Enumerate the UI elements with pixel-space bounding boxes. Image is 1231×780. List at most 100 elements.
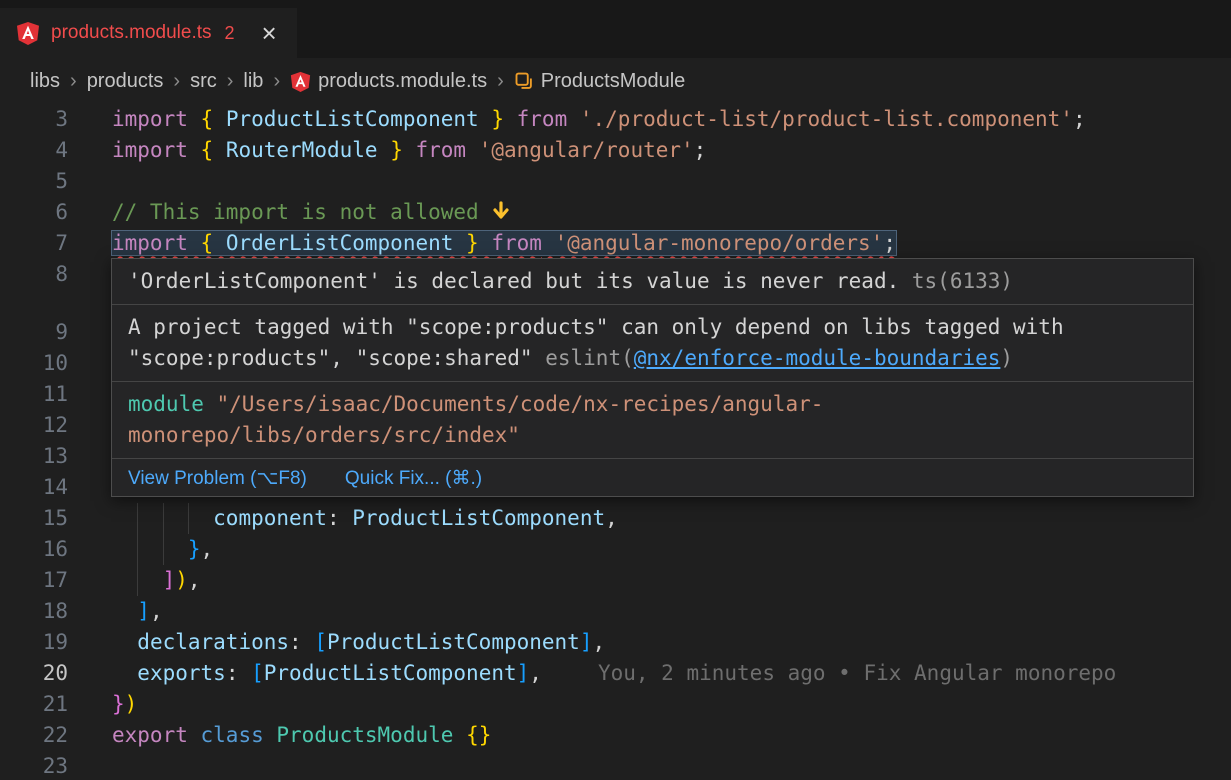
token: [: [251, 661, 264, 685]
line-number[interactable]: 10: [0, 348, 68, 379]
token: [466, 138, 479, 162]
view-problem-button[interactable]: View Problem (⌥F8): [128, 463, 307, 494]
module-keyword: module: [128, 392, 204, 416]
token: [504, 107, 517, 131]
token: }: [491, 107, 504, 131]
line-number[interactable]: 20: [0, 658, 68, 689]
code-line[interactable]: 21}): [0, 689, 1231, 720]
breadcrumb: libs › products › src › lib › products.m…: [0, 58, 1231, 104]
code-line[interactable]: 16 },: [0, 534, 1231, 565]
error-statement[interactable]: import { OrderListComponent } from '@ang…: [112, 231, 896, 255]
breadcrumb-item-src[interactable]: src: [190, 70, 217, 93]
token: ,: [201, 537, 214, 561]
eslint-rule-link[interactable]: @nx/enforce-module-boundaries: [634, 346, 1001, 370]
line-number[interactable]: 13: [0, 441, 68, 472]
code-line[interactable]: 7 import { OrderListComponent } from '@an…: [0, 228, 1231, 259]
token: :: [226, 661, 251, 685]
line-number[interactable]: 16: [0, 534, 68, 565]
breadcrumb-item-libs[interactable]: libs: [30, 70, 60, 93]
code-line[interactable]: 17 ]),: [0, 565, 1231, 596]
line-number[interactable]: 7: [0, 228, 68, 259]
code-line[interactable]: 15 component: ProductListComponent,: [0, 503, 1231, 534]
token: from: [416, 138, 467, 162]
code-line[interactable]: 5: [0, 166, 1231, 197]
code-line[interactable]: 18 ],: [0, 596, 1231, 627]
line-number[interactable]: 12: [0, 410, 68, 441]
code-line[interactable]: 22 export class ProductsModule {}: [0, 720, 1231, 751]
token: [188, 107, 201, 131]
code-editor: 3 import { ProductListComponent } from '.…: [0, 104, 1231, 780]
token: './product-list/product-list.component': [580, 107, 1073, 131]
tab-bar: products.module.ts 2 ×: [0, 0, 1231, 58]
code-content: component: ProductListComponent,: [112, 503, 1231, 534]
line-number[interactable]: 4: [0, 135, 68, 166]
indent-guide: [137, 565, 138, 596]
code-line[interactable]: 3 import { ProductListComponent } from '.…: [0, 104, 1231, 135]
line-number[interactable]: 17: [0, 565, 68, 596]
token: [453, 723, 466, 747]
line-number[interactable]: 9: [0, 317, 68, 348]
token: [112, 537, 188, 561]
token: ProductListComponent: [352, 506, 605, 530]
code-line[interactable]: 23: [0, 751, 1231, 780]
line-number[interactable]: 5: [0, 166, 68, 197]
code-line[interactable]: 4import { RouterModule } from '@angular/…: [0, 135, 1231, 166]
breadcrumb-separator: ›: [497, 70, 504, 93]
line-number[interactable]: 23: [0, 751, 68, 780]
diagnostic-code: ts(6133): [912, 269, 1013, 293]
token: :: [289, 630, 314, 654]
line-number[interactable]: 6: [0, 197, 68, 228]
editor-tab[interactable]: products.module.ts 2 ×: [0, 8, 297, 58]
token: [188, 723, 201, 747]
code-content: },: [112, 534, 1231, 565]
module-path: "/Users/isaac/Documents/code/nx-recipes/…: [128, 392, 823, 447]
breadcrumb-item-symbol[interactable]: ProductsModule: [514, 70, 686, 93]
code-content: export class ProductsModule {}: [112, 720, 1231, 751]
eslint-diagnostic-message: A project tagged with "scope:products" c…: [112, 305, 1193, 381]
token: }: [390, 138, 403, 162]
breadcrumb-separator: ›: [173, 70, 180, 93]
line-number[interactable]: 19: [0, 627, 68, 658]
token: '@angular-monorepo/orders': [555, 231, 884, 255]
token: ): [175, 568, 188, 592]
code-line[interactable]: 20 exports: [ProductListComponent],You, …: [0, 658, 1231, 689]
breadcrumb-separator: ›: [273, 70, 280, 93]
token: ,: [150, 599, 163, 623]
token: }: [112, 692, 125, 716]
token: :: [327, 506, 352, 530]
close-icon[interactable]: ×: [262, 23, 277, 43]
token: ,: [605, 506, 618, 530]
token: export: [112, 723, 188, 747]
line-number[interactable]: 21: [0, 689, 68, 720]
angular-icon: [16, 21, 40, 45]
token: from: [491, 231, 542, 255]
code-line[interactable]: 6// This import is not allowed: [0, 197, 1231, 228]
breadcrumb-item-products[interactable]: products: [87, 70, 164, 93]
line-number[interactable]: 14: [0, 472, 68, 503]
quick-fix-button[interactable]: Quick Fix... (⌘.): [345, 463, 482, 494]
code-line[interactable]: 19 declarations: [ProductListComponent],: [0, 627, 1231, 658]
token: [403, 138, 416, 162]
token: component: [213, 506, 327, 530]
token: ;: [694, 138, 707, 162]
line-number[interactable]: 15: [0, 503, 68, 534]
token: {: [201, 231, 214, 255]
token: class: [201, 723, 264, 747]
line-number[interactable]: 18: [0, 596, 68, 627]
breadcrumb-item-lib[interactable]: lib: [243, 70, 263, 93]
token: {: [201, 138, 214, 162]
token: {}: [466, 723, 491, 747]
token: ;: [883, 231, 896, 255]
token: ]: [580, 630, 593, 654]
line-number[interactable]: 22: [0, 720, 68, 751]
token: [112, 630, 137, 654]
code-content: import { ProductListComponent } from './…: [112, 104, 1231, 135]
breadcrumb-item-file[interactable]: products.module.ts: [290, 70, 487, 93]
diagnostic-text: 'OrderListComponent' is declared but its…: [128, 269, 899, 293]
token: ,: [188, 568, 201, 592]
token: ProductListComponent: [264, 661, 517, 685]
tab-label: products.module.ts: [51, 22, 212, 44]
line-number[interactable]: 11: [0, 379, 68, 410]
line-number[interactable]: 8: [0, 259, 68, 290]
line-number[interactable]: 3: [0, 104, 68, 135]
